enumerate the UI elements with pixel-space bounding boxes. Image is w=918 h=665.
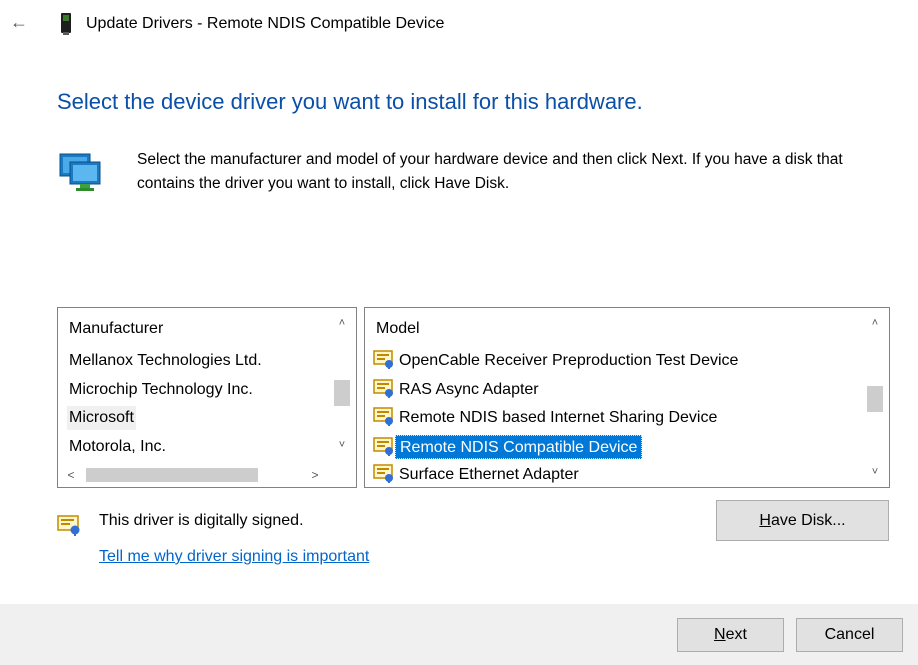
driver-signing-link[interactable]: Tell me why driver signing is important [99, 548, 369, 566]
manufacturer-listbox[interactable]: Manufacturer Mellanox Technologies Ltd. … [57, 307, 357, 488]
model-column-header: Model [376, 320, 420, 337]
driver-certificate-icon [373, 407, 393, 426]
manufacturer-column-header: Manufacturer [69, 320, 164, 337]
scroll-down-arrow-icon[interactable]: ˅ [861, 461, 889, 483]
network-adapter-icon [59, 153, 101, 191]
model-item-label: OpenCable Receiver Preproduction Test De… [399, 352, 739, 369]
scroll-right-arrow-icon[interactable]: > [304, 463, 326, 487]
model-item-selected[interactable]: Remote NDIS Compatible Device [373, 435, 643, 459]
window-title: Update Drivers - Remote NDIS Compatible … [86, 15, 445, 32]
back-arrow-icon[interactable]: ← [10, 12, 28, 32]
scroll-thumb[interactable] [867, 386, 883, 412]
manufacturer-vertical-scrollbar[interactable]: ˄ ˅ [328, 308, 356, 460]
instructions-text: Select the manufacturer and model of you… [137, 151, 843, 192]
manufacturer-item[interactable]: Mellanox Technologies Ltd. [69, 349, 262, 373]
scroll-down-arrow-icon[interactable]: ˅ [328, 434, 356, 456]
have-disk-button[interactable]: Have Disk... [716, 500, 889, 541]
have-disk-mnemonic: H [759, 512, 771, 529]
scroll-left-arrow-icon[interactable]: < [60, 463, 82, 487]
model-item[interactable]: Remote NDIS based Internet Sharing Devic… [373, 406, 717, 430]
model-item-label: Remote NDIS Compatible Device [395, 435, 643, 459]
usb-device-icon [61, 13, 71, 35]
model-item-label: Surface Ethernet Adapter [399, 466, 579, 483]
scroll-up-arrow-icon[interactable]: ˄ [328, 312, 356, 334]
next-mnemonic: N [714, 626, 726, 643]
manufacturer-item-selected[interactable]: Microsoft [67, 406, 136, 430]
model-vertical-scrollbar[interactable]: ˄ ˅ [861, 308, 889, 487]
manufacturer-horizontal-scrollbar[interactable]: < > [58, 463, 328, 487]
model-item-label: RAS Async Adapter [399, 381, 539, 398]
signing-status-text: This driver is digitally signed. [99, 512, 304, 529]
driver-certificate-icon [373, 379, 393, 398]
dialog-footer: Next Cancel [0, 604, 918, 665]
driver-certificate-icon [373, 350, 393, 369]
scroll-thumb[interactable] [334, 380, 350, 406]
title-bar: ← Update Drivers - Remote NDIS Compatibl… [0, 0, 918, 50]
have-disk-label: ave Disk... [770, 512, 846, 529]
cancel-button[interactable]: Cancel [796, 618, 903, 652]
next-button[interactable]: Next [677, 618, 784, 652]
scroll-thumb[interactable] [86, 468, 258, 482]
model-item-label: Remote NDIS based Internet Sharing Devic… [399, 409, 718, 426]
manufacturer-item[interactable]: Motorola, Inc. [69, 435, 166, 459]
model-item[interactable]: OpenCable Receiver Preproduction Test De… [373, 349, 738, 373]
signed-certificate-icon [57, 515, 80, 536]
page-heading: Select the device driver you want to ins… [57, 89, 643, 114]
model-item[interactable]: RAS Async Adapter [373, 378, 539, 402]
driver-certificate-icon [373, 437, 393, 456]
model-item[interactable]: Surface Ethernet Adapter [373, 463, 579, 487]
next-label: ext [725, 626, 747, 643]
scroll-up-arrow-icon[interactable]: ˄ [861, 312, 889, 334]
model-listbox[interactable]: Model OpenCable Receiver Preproduction T… [364, 307, 890, 488]
driver-certificate-icon [373, 464, 393, 483]
manufacturer-item[interactable]: Microchip Technology Inc. [69, 378, 253, 402]
